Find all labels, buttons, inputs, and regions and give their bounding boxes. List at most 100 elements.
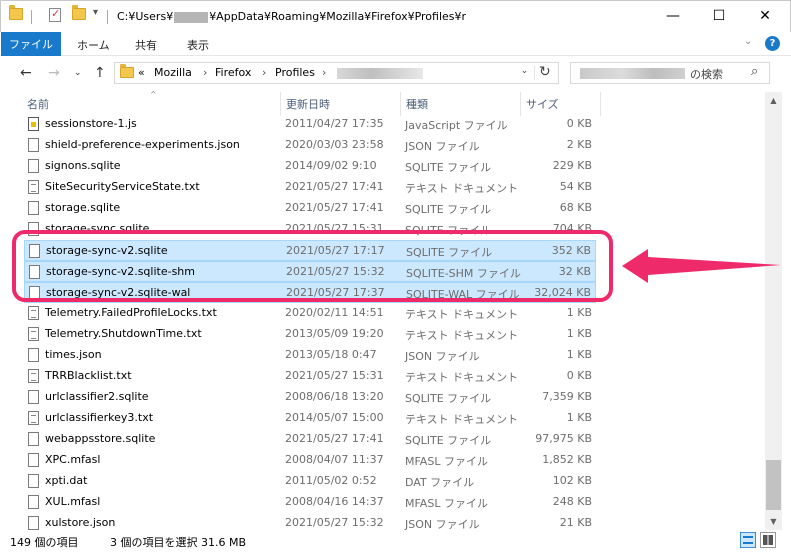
breadcrumb-separator[interactable]: › bbox=[322, 66, 326, 79]
file-date: 2013/05/09 19:20 bbox=[285, 327, 384, 340]
large-icons-view-icon[interactable] bbox=[760, 532, 776, 548]
help-icon[interactable]: ? bbox=[765, 36, 780, 51]
file-row[interactable]: xpti.dat 2011/05/02 0:52 DAT ファイル 102 KB bbox=[24, 471, 596, 492]
file-row[interactable]: storage.sqlite 2021/05/27 17:41 SQLITE ファイ… bbox=[24, 198, 596, 219]
file-name: SiteSecurityServiceState.txt bbox=[45, 180, 200, 193]
file-size: 0 KB bbox=[566, 117, 592, 130]
file-row[interactable]: storage-sync.sqlite 2021/05/27 15:31 SQLIT… bbox=[24, 219, 596, 240]
column-header-name[interactable]: 名前 bbox=[27, 96, 49, 112]
tab-file[interactable]: ファイル bbox=[1, 32, 61, 56]
file-type: SQLITE ファイル bbox=[406, 246, 493, 259]
refresh-icon[interactable]: ↻ bbox=[539, 64, 551, 80]
file-date: 2008/06/18 13:20 bbox=[285, 390, 384, 403]
file-icon bbox=[29, 244, 40, 258]
file-row[interactable]: storage-sync-v2.sqlite-shm 2021/05/27 15:… bbox=[24, 261, 596, 282]
file-type: MFASL ファイル bbox=[405, 497, 488, 510]
details-view-icon[interactable] bbox=[740, 532, 756, 548]
file-row[interactable]: TRRBlacklist.txt 2021/05/27 15:31 テキスト ドキュ… bbox=[24, 366, 596, 387]
file-icon bbox=[28, 474, 39, 488]
file-row[interactable]: storage-sync-v2.sqlite-wal 2021/05/27 17:… bbox=[24, 282, 596, 303]
tab-home[interactable]: ホーム bbox=[77, 37, 110, 53]
scrollbar-thumb[interactable] bbox=[766, 460, 781, 510]
up-arrow-icon[interactable]: ↑ bbox=[94, 65, 106, 81]
file-row[interactable]: shield-preference-experiments.json 2020/0… bbox=[24, 135, 596, 156]
file-type: SQLITE-WAL ファイル bbox=[406, 288, 520, 301]
file-name: storage-sync-v2.sqlite-wal bbox=[46, 286, 191, 299]
file-row[interactable]: Telemetry.FailedProfileLocks.txt 2020/02/… bbox=[24, 303, 596, 324]
file-row[interactable]: XPC.mfasl 2008/04/07 11:37 MFASL ファイル 1,852… bbox=[24, 450, 596, 471]
file-date: 2021/05/27 17:37 bbox=[286, 286, 385, 299]
breadcrumb-overflow[interactable]: « bbox=[138, 66, 145, 79]
address-dropdown-icon[interactable]: ⌄ bbox=[515, 66, 535, 80]
file-type: JSON ファイル bbox=[405, 518, 480, 530]
minimize-button[interactable]: — bbox=[650, 1, 696, 31]
file-size: 704 KB bbox=[552, 222, 592, 235]
tab-view[interactable]: 表示 bbox=[187, 37, 209, 53]
search-icon[interactable]: ⌕ bbox=[751, 64, 758, 79]
breadcrumb-mozilla[interactable]: Mozilla bbox=[154, 66, 192, 79]
file-type: SQLITE ファイル bbox=[405, 224, 492, 237]
file-date: 2021/05/27 15:31 bbox=[285, 369, 384, 382]
file-row[interactable]: times.json 2013/05/18 0:47 JSON ファイル 1 KB bbox=[24, 345, 596, 366]
file-size: 32,024 KB bbox=[534, 286, 591, 299]
breadcrumb-separator[interactable]: › bbox=[203, 66, 207, 79]
text-file-icon bbox=[28, 180, 39, 194]
file-date: 2014/05/07 15:00 bbox=[285, 411, 384, 424]
expand-ribbon-icon[interactable]: ⌄ bbox=[744, 36, 752, 47]
file-row[interactable]: urlclassifierkey3.txt 2014/05/07 15:00 テキス… bbox=[24, 408, 596, 429]
customize-toolbar-icon[interactable]: ▾ bbox=[93, 7, 98, 18]
title-bar: ▾ C:¥Users¥ ¥AppData¥Roaming¥Mozilla¥Fire… bbox=[0, 0, 791, 32]
file-date: 2008/04/16 14:37 bbox=[285, 495, 384, 508]
column-header-size[interactable]: サイズ bbox=[526, 96, 559, 112]
file-name: urlclassifierkey3.txt bbox=[45, 411, 154, 424]
file-type: JSON ファイル bbox=[405, 350, 480, 363]
tab-share[interactable]: 共有 bbox=[135, 37, 157, 53]
file-date: 2021/05/27 15:31 bbox=[285, 222, 384, 235]
file-type: SQLITE ファイル bbox=[405, 434, 492, 447]
scroll-down-icon[interactable]: ▼ bbox=[765, 513, 782, 530]
breadcrumb-firefox[interactable]: Firefox bbox=[215, 66, 251, 79]
breadcrumb-profiles[interactable]: Profiles bbox=[275, 66, 315, 79]
vertical-scrollbar[interactable]: ▲ ▼ bbox=[765, 92, 782, 530]
script-file-icon bbox=[28, 117, 39, 131]
file-row[interactable]: storage-sync-v2.sqlite 2021/05/27 17:17 SQ… bbox=[24, 240, 596, 261]
file-type: DAT ファイル bbox=[405, 476, 475, 489]
recent-locations-icon[interactable]: ⌄ bbox=[74, 68, 82, 78]
file-name: urlclassifier2.sqlite bbox=[45, 390, 149, 403]
file-icon bbox=[28, 495, 39, 509]
file-date: 2014/09/02 9:10 bbox=[285, 159, 377, 172]
toolbar-divider bbox=[107, 10, 108, 24]
file-icon bbox=[29, 265, 40, 279]
column-header-date[interactable]: 更新日時 bbox=[286, 96, 330, 112]
folder-icon bbox=[120, 64, 134, 78]
file-row[interactable]: XUL.mfasl 2008/04/16 14:37 MFASL ファイル 248 K… bbox=[24, 492, 596, 513]
forward-arrow-icon[interactable]: → bbox=[48, 65, 60, 81]
file-size: 7,359 KB bbox=[542, 390, 592, 403]
ribbon: ファイル ホーム 共有 表示 ⌄ ? bbox=[0, 32, 791, 56]
search-input[interactable]: の検索 ⌕ bbox=[570, 62, 770, 84]
new-folder-icon[interactable] bbox=[72, 5, 86, 20]
breadcrumb-separator[interactable]: › bbox=[262, 66, 266, 79]
maximize-button[interactable]: ☐ bbox=[696, 1, 742, 31]
back-arrow-icon[interactable]: ← bbox=[20, 65, 32, 81]
column-header-type[interactable]: 種類 bbox=[406, 96, 428, 112]
close-button[interactable]: ✕ bbox=[742, 1, 788, 31]
file-row[interactable]: urlclassifier2.sqlite 2008/06/18 13:20 SQL… bbox=[24, 387, 596, 408]
file-row[interactable]: webappsstore.sqlite 2021/05/27 17:41 SQLIT… bbox=[24, 429, 596, 450]
file-name: xpti.dat bbox=[45, 474, 88, 487]
file-name: storage-sync-v2.sqlite bbox=[46, 244, 168, 257]
file-date: 2021/05/27 15:32 bbox=[285, 516, 384, 529]
file-size: 1,852 KB bbox=[542, 453, 592, 466]
file-row[interactable]: SiteSecurityServiceState.txt 2021/05/27 1… bbox=[24, 177, 596, 198]
file-date: 2020/02/11 14:51 bbox=[285, 306, 384, 319]
file-date: 2008/04/07 11:37 bbox=[285, 453, 384, 466]
file-row[interactable]: Telemetry.ShutdownTime.txt 2013/05/09 19:… bbox=[24, 324, 596, 345]
scroll-up-icon[interactable]: ▲ bbox=[765, 92, 782, 109]
address-bar[interactable]: « Mozilla › Firefox › Profiles › ⌄ ↻ bbox=[114, 62, 559, 84]
file-row[interactable]: xulstore.json 2021/05/27 15:32 JSON ファイル 21… bbox=[24, 513, 596, 530]
file-row[interactable]: sessionstore-1.js 2011/04/27 17:35 JavaScr… bbox=[24, 114, 596, 135]
file-type: テキスト ドキュメント bbox=[405, 329, 519, 342]
file-size: 1 KB bbox=[566, 348, 592, 361]
file-row[interactable]: signons.sqlite 2014/09/02 9:10 SQLITE ファイル… bbox=[24, 156, 596, 177]
properties-icon[interactable] bbox=[49, 7, 61, 22]
